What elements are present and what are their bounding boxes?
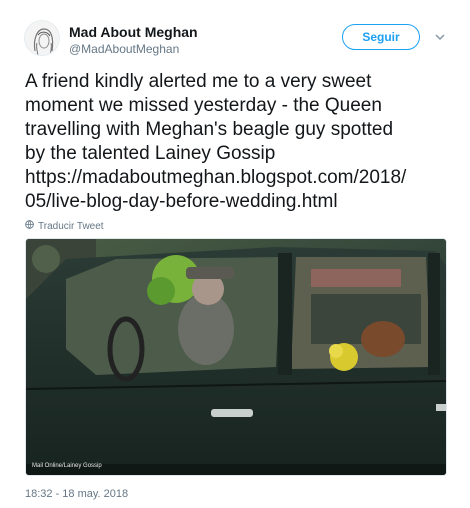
- tweet-text: A friend kindly alerted me to a very swe…: [25, 71, 407, 212]
- timestamp[interactable]: 18:32 - 18 may. 2018: [25, 488, 128, 500]
- globe-icon: [25, 220, 34, 232]
- avatar-sketch-icon: [25, 21, 59, 55]
- display-name[interactable]: Mad About Meghan: [69, 24, 198, 40]
- chevron-down-icon[interactable]: [433, 30, 447, 44]
- tweet-media-photo[interactable]: Mail Online/Lainey Gossip: [25, 238, 447, 476]
- car-photo-image: [26, 239, 446, 475]
- translate-label: Traducir Tweet: [38, 220, 104, 232]
- avatar[interactable]: [24, 20, 60, 56]
- user-handle[interactable]: @MadAboutMeghan: [69, 42, 179, 56]
- photo-caption: Mail Online/Lainey Gossip: [32, 463, 102, 469]
- translate-tweet-link[interactable]: Traducir Tweet: [25, 220, 104, 232]
- follow-button[interactable]: Seguir: [342, 24, 420, 50]
- tweet-header: Mad About Meghan @MadAboutMeghan Seguir: [24, 20, 454, 60]
